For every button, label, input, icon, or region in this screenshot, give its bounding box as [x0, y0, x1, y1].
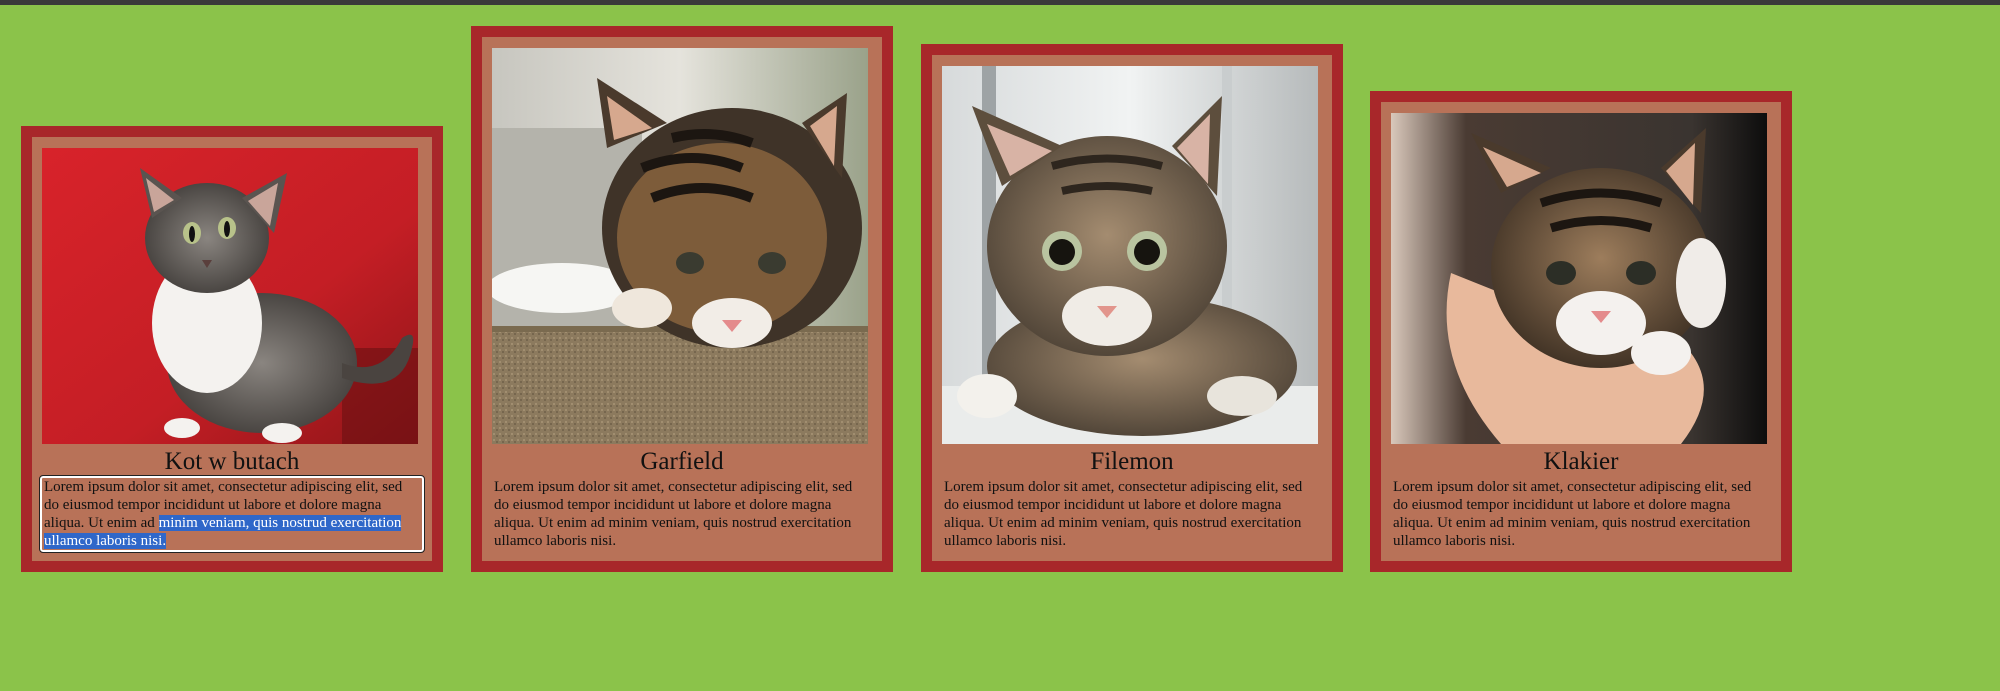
cat-name: Klakier: [1543, 448, 1619, 475]
cat-card-kot-w-butach: Kot w butach Lorem ipsum dolor sit amet,…: [21, 126, 443, 572]
cat-card-garfield: Garfield Lorem ipsum dolor sit amet, con…: [471, 26, 893, 572]
kitten-photo: [1391, 113, 1767, 444]
cat-name: Filemon: [1090, 448, 1174, 475]
cat-card-filemon: Filemon Lorem ipsum dolor sit amet, cons…: [921, 44, 1343, 572]
kitten-photo: [492, 48, 868, 444]
kitten-photo: [942, 66, 1318, 444]
kitten-photo: [42, 148, 418, 444]
cat-description: Lorem ipsum dolor sit amet, consectetur …: [944, 479, 1303, 549]
cat-name: Kot w butach: [164, 448, 300, 475]
cat-card-klakier: Klakier Lorem ipsum dolor sit amet, cons…: [1370, 91, 1792, 572]
cat-description: Lorem ipsum dolor sit amet, consectetur …: [1393, 479, 1752, 549]
cat-name: Garfield: [640, 448, 724, 475]
cat-description: Lorem ipsum dolor sit amet, consectetur …: [494, 479, 853, 549]
browser-top-edge: [0, 0, 2000, 5]
cat-description[interactable]: Lorem ipsum dolor sit amet, consectetur …: [39, 475, 425, 553]
